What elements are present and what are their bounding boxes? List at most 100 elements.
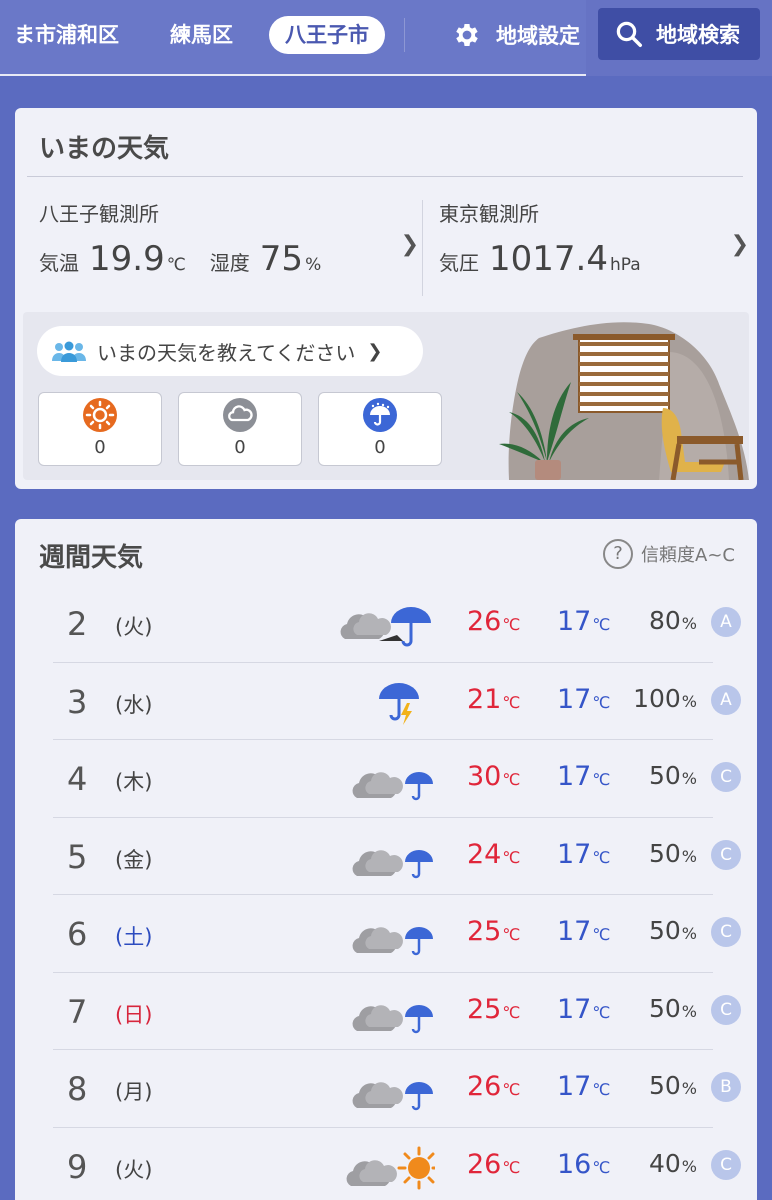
high-temp-value: 30 [467, 761, 502, 792]
high-temp: 24℃ [467, 839, 520, 870]
high-temp: 26℃ [467, 606, 520, 637]
high-temp: 25℃ [467, 916, 520, 947]
cloudy-rain-icon [352, 772, 433, 801]
reliability-badge: B [711, 1072, 741, 1102]
temp-unit: ℃ [592, 770, 611, 789]
humidity-unit: % [305, 255, 322, 275]
weekly-weather-title: 週間天気 [39, 543, 144, 573]
low-temp-value: 17 [557, 683, 592, 715]
high-temp-value: 25 [467, 993, 502, 1025]
temp-unit: ℃ [592, 615, 611, 634]
tab-saitama-urawa[interactable]: ま市浦和区 [14, 16, 119, 54]
precip-chance: 80% [649, 606, 697, 635]
chevron-right-icon: ❯ [367, 340, 383, 362]
reliability-badge: C [711, 917, 741, 947]
temperature-value: 19.9 [89, 239, 165, 279]
region-settings-button[interactable]: 地域設定 [452, 16, 580, 54]
high-temp: 21℃ [467, 684, 520, 715]
cloudy-rain-icon [352, 1082, 433, 1111]
region-search-button[interactable]: 地域検索 [598, 8, 760, 60]
high-temp: 30℃ [467, 761, 520, 792]
settings-label: 地域設定 [496, 24, 580, 48]
temp-unit: ℃ [502, 1080, 521, 1099]
title-divider [27, 176, 743, 177]
station-divider [422, 200, 423, 296]
station-tokyo[interactable]: 東京観測所 気圧 1017.4 hPa ❯ [439, 198, 749, 298]
forecast-row[interactable]: 8 (月) 26℃ 17℃ 50% B [15, 1050, 757, 1128]
low-temp-value: 17 [557, 1071, 592, 1102]
precip-value: 50 [648, 1071, 681, 1100]
forecast-row[interactable]: 9 (火) 26℃ 16℃ 40% C [15, 1128, 757, 1200]
high-temp: 26℃ [467, 1149, 520, 1180]
station-hachioji[interactable]: 八王子観測所 気温 19.9 ℃ 湿度 75 % ❯ [39, 198, 419, 298]
high-temp-value: 24 [467, 838, 502, 870]
report-rainy-button[interactable]: 0 [318, 392, 442, 466]
low-temp: 17℃ [557, 1071, 610, 1102]
sunny-icon [83, 398, 117, 432]
reliability-badge: A [711, 684, 741, 715]
pressure-value: 1017.4 [489, 239, 608, 279]
report-sunny-button[interactable]: 0 [38, 392, 162, 466]
people-icon [52, 341, 86, 362]
precip-value: 50 [648, 761, 681, 790]
temp-unit: ℃ [502, 1002, 521, 1022]
forecast-weekday: (土) [115, 925, 153, 949]
report-count: 0 [94, 437, 106, 458]
precip-chance: 50% [649, 916, 697, 945]
low-temp-value: 17 [557, 993, 592, 1025]
chevron-right-icon: ❯ [400, 232, 419, 257]
forecast-row[interactable]: 5 (金) 24℃ 17℃ 50% C [15, 818, 757, 895]
temperature-unit: ℃ [166, 255, 186, 275]
forecast-row[interactable]: 7 (日) 25℃ 17℃ 50% C [15, 973, 757, 1050]
weekly-weather-card: 週間天気 ? 信頼度A~C 2 (火) 26℃ 17℃ 80% A 3 (水) [15, 519, 757, 1200]
forecast-weekday: (日) [115, 1002, 153, 1027]
precip-value: 100 [633, 683, 681, 713]
forecast-weekday: (木) [115, 770, 153, 794]
temp-unit: ℃ [502, 847, 521, 867]
region-search-area: 地域検索 [586, 0, 772, 76]
forecast-row[interactable]: 6 (土) 25℃ 17℃ 50% C [15, 895, 757, 973]
high-temp-value: 26 [467, 606, 502, 637]
current-weather-card: いまの天気 八王子観測所 気温 19.9 ℃ 湿度 75 % ❯ 東京観測所 気… [15, 108, 757, 489]
question-icon: ? [603, 539, 634, 569]
precip-unit: % [681, 1156, 697, 1176]
low-temp-value: 17 [557, 916, 592, 947]
report-cloudy-button[interactable]: 0 [178, 392, 302, 466]
forecast-row[interactable]: 3 (水) 21℃ 17℃ 100% A [15, 663, 757, 740]
pressure-label: 気圧 [439, 251, 479, 275]
search-label: 地域検索 [656, 23, 740, 47]
tab-nerima[interactable]: 練馬区 [170, 16, 233, 54]
reliability-help[interactable]: ? 信頼度A~C [603, 539, 735, 569]
temp-unit: ℃ [592, 1080, 611, 1099]
temperature-label: 気温 [39, 251, 79, 275]
current-weather-title: いまの天気 [39, 134, 170, 164]
tab-hachioji[interactable]: 八王子市 [269, 16, 385, 54]
cloudy-rain-icon [352, 927, 433, 956]
low-temp: 17℃ [557, 916, 610, 947]
station-values: 気温 19.9 ℃ 湿度 75 % [39, 239, 419, 279]
high-temp-value: 21 [467, 683, 502, 715]
low-temp-value: 16 [557, 1148, 592, 1180]
precip-unit: % [681, 769, 697, 788]
nav-divider [404, 18, 405, 52]
humidity-label: 湿度 [209, 251, 250, 275]
report-count: 0 [374, 437, 386, 458]
rain-thunder-icon [379, 682, 419, 725]
forecast-weekday: (火) [115, 615, 153, 639]
report-weather-button[interactable]: いまの天気を教えてください ❯ [37, 326, 423, 376]
precip-chance: 40% [649, 1149, 697, 1178]
forecast-row[interactable]: 4 (木) 30℃ 17℃ 50% C [15, 740, 757, 818]
precip-unit: % [681, 924, 697, 943]
precip-unit: % [681, 1001, 697, 1021]
low-temp: 17℃ [557, 684, 610, 715]
precip-value: 50 [648, 993, 681, 1023]
forecast-date: 4 [67, 760, 88, 798]
low-temp-value: 17 [557, 838, 592, 870]
high-temp-value: 26 [467, 1148, 502, 1180]
forecast-row[interactable]: 2 (火) 26℃ 17℃ 80% A [15, 585, 757, 663]
search-icon [616, 21, 642, 47]
precip-chance: 50% [649, 839, 697, 868]
cloudy-rain-icon [352, 849, 433, 878]
rainy-icon [363, 398, 397, 432]
chevron-right-icon: ❯ [730, 232, 749, 257]
